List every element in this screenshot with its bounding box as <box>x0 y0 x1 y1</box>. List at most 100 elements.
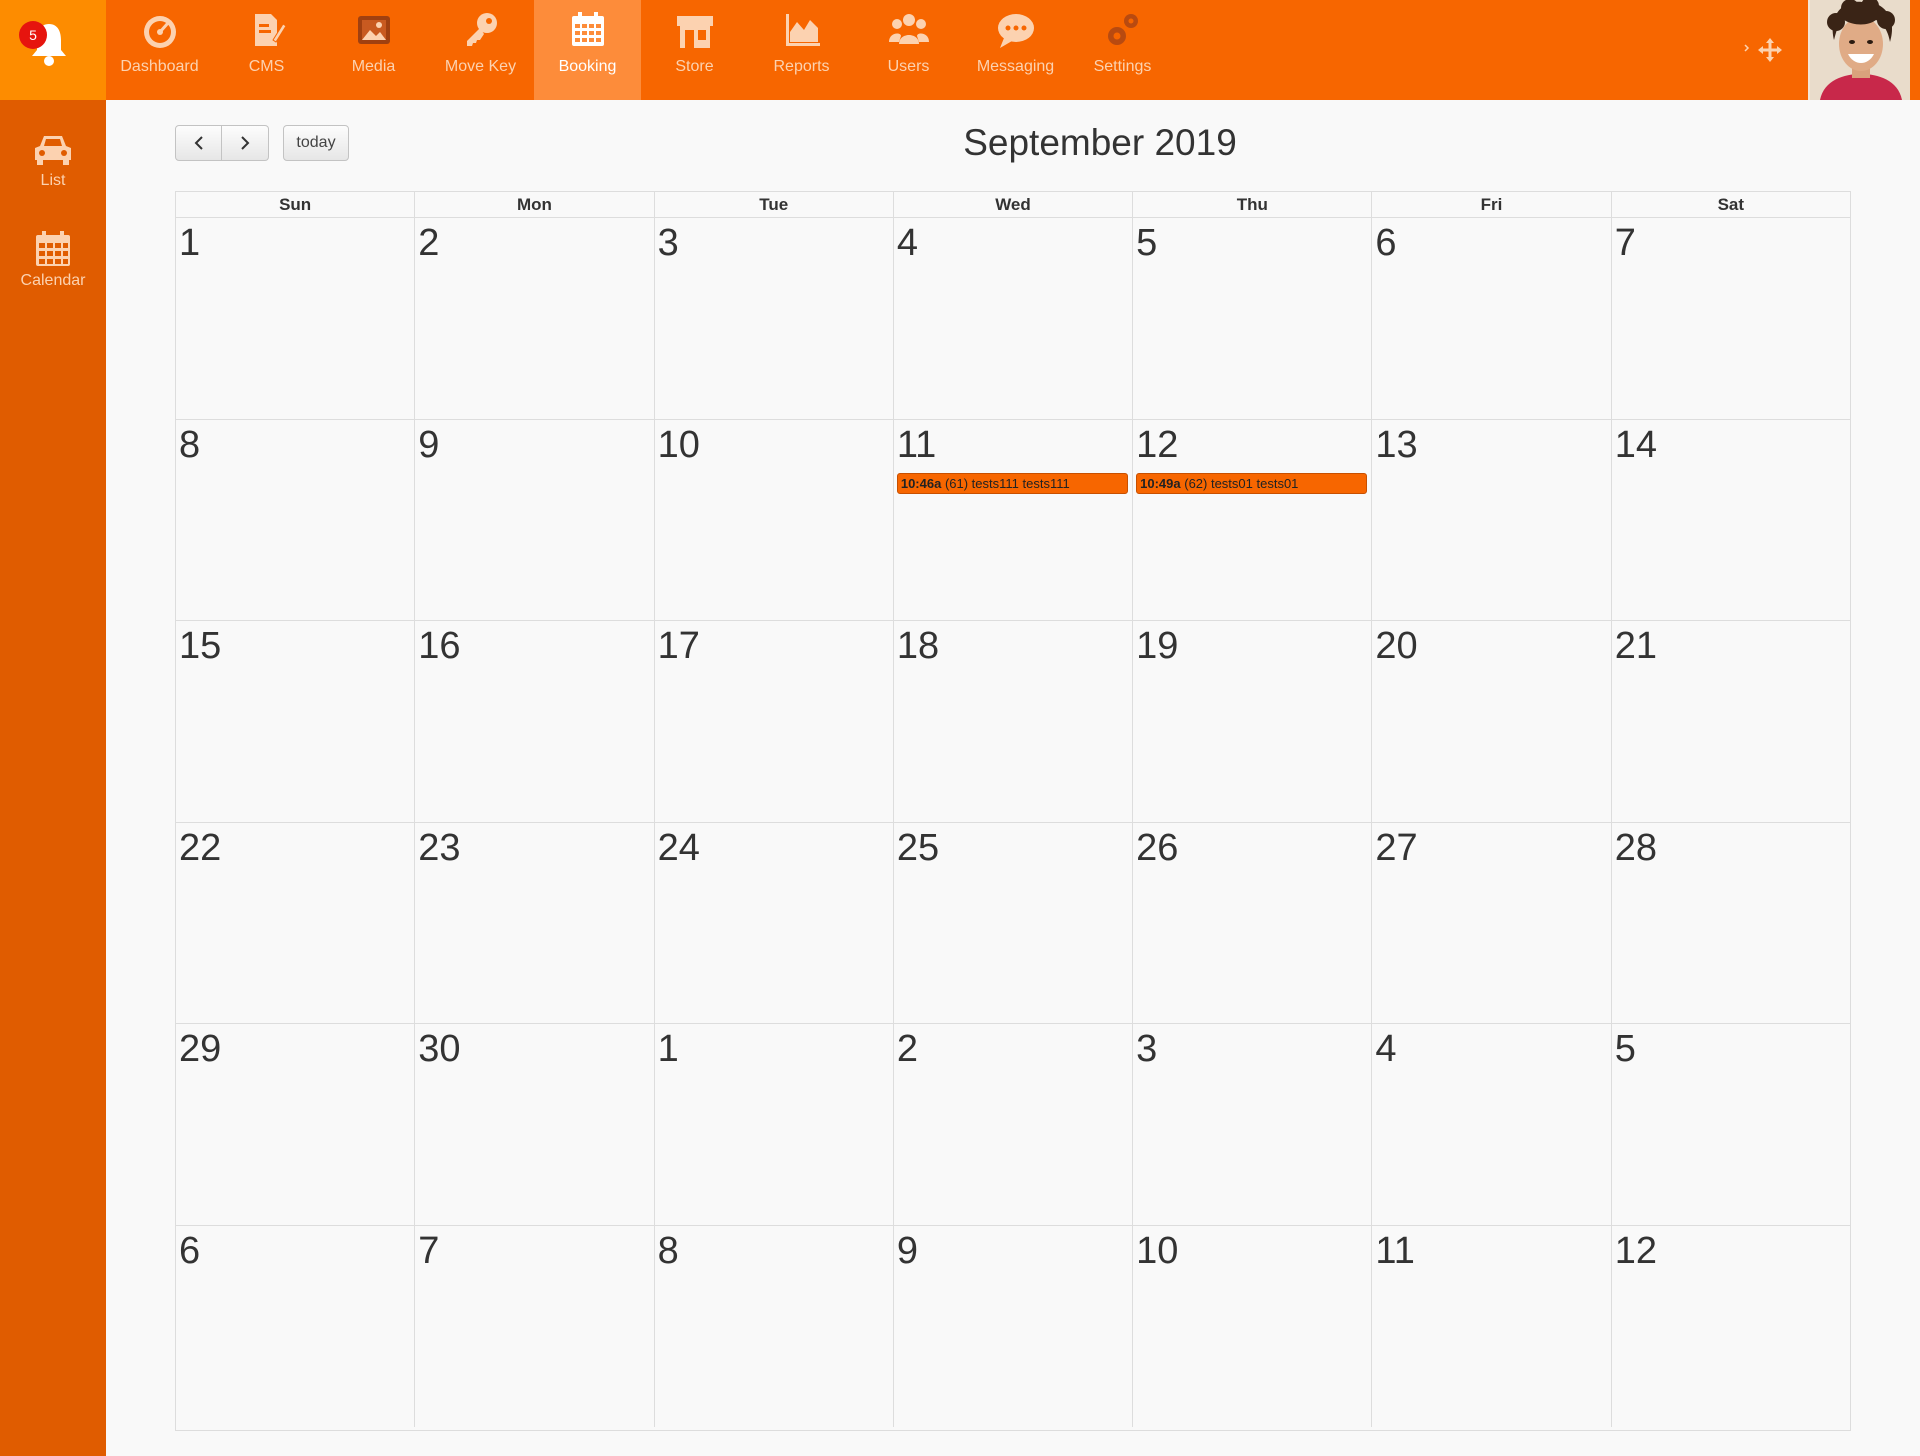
calendar-week-row: 22 23 24 25 26 27 28 <box>176 822 1850 1024</box>
sidebar-item-label: Calendar <box>20 272 86 289</box>
calendar-day-cell[interactable]: 23 <box>414 822 653 1023</box>
nav-users[interactable]: Users <box>855 0 962 100</box>
calendar-day-cell[interactable]: 17 <box>653 621 893 822</box>
next-month-button[interactable] <box>222 125 269 161</box>
calendar-day-cell[interactable]: 18 <box>892 621 1132 822</box>
nav-messaging[interactable]: Messaging <box>962 0 1069 100</box>
users-icon <box>888 14 929 44</box>
calendar-day-cell[interactable]: 3 <box>1132 1024 1371 1225</box>
nav-settings[interactable]: Settings <box>1069 0 1176 100</box>
day-number: 12 <box>1614 1229 1657 1272</box>
day-number: 25 <box>896 826 940 869</box>
day-number: 16 <box>418 625 461 667</box>
calendar-day-cell[interactable]: 19 <box>1132 621 1371 822</box>
nav-label: Move Key <box>444 58 517 75</box>
day-number: 6 <box>179 1229 201 1272</box>
calendar-day-cell[interactable]: 21 <box>1610 621 1850 822</box>
calendar-day-cell[interactable]: 26 <box>1132 822 1371 1023</box>
calendar-day-cell[interactable]: 8 <box>176 420 414 621</box>
event-time: 10:46a <box>900 475 942 491</box>
calendar-day-cell[interactable]: 9 <box>892 1225 1132 1427</box>
calendar-day-cell[interactable]: 14 <box>1610 419 1850 620</box>
chevron-right-icon <box>241 136 250 150</box>
calendar-day-cell[interactable]: 12 <box>1610 1225 1850 1427</box>
calendar-day-cell[interactable]: 15 <box>176 621 414 822</box>
dashboard-icon <box>143 16 176 48</box>
calendar-day-cell[interactable]: 10 <box>1132 1225 1371 1427</box>
reports-icon <box>785 14 820 46</box>
calendar-day-cell[interactable]: 4 <box>892 218 1132 419</box>
calendar-day-cell[interactable]: 22 <box>176 823 414 1024</box>
prev-month-button[interactable] <box>175 125 222 161</box>
calendar-day-cell[interactable]: 9 <box>414 419 653 620</box>
calendar-day-cell[interactable]: 2 <box>892 1024 1132 1225</box>
calendar-day-cell[interactable]: 10 <box>653 419 893 620</box>
cms-icon <box>254 14 287 46</box>
nav-reports[interactable]: Reports <box>748 0 855 100</box>
day-number: 5 <box>1614 1028 1636 1070</box>
calendar-day-cell[interactable]: 5 <box>1132 218 1371 419</box>
calendar-day-cell[interactable]: 7 <box>414 1225 653 1427</box>
day-number: 2 <box>896 1028 918 1070</box>
calendar-day-cell[interactable]: 27 <box>1371 822 1610 1023</box>
day-number: 10 <box>1136 1229 1179 1272</box>
calendar-day-cell[interactable]: 4 <box>1371 1024 1610 1225</box>
calendar-day-cell[interactable]: 8 <box>653 1225 893 1427</box>
today-button[interactable]: today <box>283 125 349 161</box>
calendar-day-cell[interactable]: 29 <box>176 1024 414 1225</box>
calendar-day-cell[interactable]: 2 <box>414 218 653 419</box>
calendar-day-cell[interactable]: 3 <box>653 218 893 419</box>
calendar-day-cell[interactable]: 6 <box>176 1226 414 1428</box>
calendar-day-cell[interactable]: 11 <box>1371 1225 1610 1427</box>
day-number: 8 <box>657 1229 679 1272</box>
nav-booking[interactable]: Booking <box>534 0 641 100</box>
store-icon <box>676 16 713 48</box>
chevron-right-icon[interactable] <box>1742 40 1752 56</box>
sidebar-item-calendar[interactable]: Calendar <box>0 230 106 320</box>
calendar-day-cell[interactable]: 13 <box>1371 419 1610 620</box>
page-title: September 2019 <box>963 122 1237 163</box>
event-time: 10:49a <box>1140 475 1181 491</box>
nav-label: Messaging <box>976 58 1055 75</box>
nav-cms[interactable]: CMS <box>213 0 320 100</box>
day-number: 11 <box>896 423 937 466</box>
calendar-event[interactable]: 10:46a (61) tests111 tests111 <box>896 472 1129 494</box>
nav-move-key[interactable]: Move Key <box>427 0 534 100</box>
calendar-day-cell[interactable]: 12 10:49a (62) tests01 tests01 <box>1132 419 1371 620</box>
nav-label: Media <box>351 58 396 75</box>
day-number: 3 <box>657 222 679 264</box>
calendar-day-cell[interactable]: 6 <box>1371 218 1610 419</box>
day-number: 14 <box>1614 423 1657 466</box>
top-bar: 5 Dashboard CMS Media Move Key Booking S… <box>0 0 1920 100</box>
calendar-day-cell[interactable]: 11 10:46a (61) tests111 tests111 <box>892 419 1132 620</box>
calendar-event[interactable]: 10:49a (62) tests01 tests01 <box>1136 472 1368 494</box>
weekday-header-cell: Sat <box>1610 192 1850 217</box>
calendar-day-cell[interactable]: 28 <box>1610 822 1850 1023</box>
sidebar-item-list[interactable]: List <box>0 130 106 220</box>
nav-store[interactable]: Store <box>641 0 748 100</box>
avatar[interactable] <box>1808 0 1910 100</box>
calendar-day-cell[interactable]: 5 <box>1610 1024 1850 1225</box>
notifications-button[interactable]: 5 <box>0 0 106 100</box>
main-nav: Dashboard CMS Media Move Key Booking Sto… <box>106 0 1176 100</box>
calendar-day-cell[interactable]: 7 <box>1610 218 1850 419</box>
day-number: 11 <box>1375 1229 1415 1272</box>
day-number: 21 <box>1614 625 1657 667</box>
nav-dashboard[interactable]: Dashboard <box>106 0 213 100</box>
calendar-day-cell[interactable]: 24 <box>653 822 893 1023</box>
day-number: 2 <box>418 222 440 264</box>
day-number: 26 <box>1136 826 1179 869</box>
weekday-header-cell: Wed <box>892 192 1132 217</box>
calendar-day-cell[interactable]: 20 <box>1371 621 1610 822</box>
calendar-day-cell[interactable]: 16 <box>414 621 653 822</box>
nav-media[interactable]: Media <box>320 0 427 100</box>
calendar-day-cell[interactable]: 1 <box>653 1024 893 1225</box>
user-photo <box>1810 0 1910 100</box>
nav-button-group <box>175 125 269 161</box>
calendar-day-cell[interactable]: 1 <box>176 218 414 419</box>
move-icon[interactable] <box>1757 37 1783 63</box>
calendar-day-cell[interactable]: 30 <box>414 1024 653 1225</box>
calendar-day-cell[interactable]: 25 <box>892 822 1132 1023</box>
nav-label: Users <box>887 58 930 75</box>
weekday-header-cell: Mon <box>414 192 653 217</box>
